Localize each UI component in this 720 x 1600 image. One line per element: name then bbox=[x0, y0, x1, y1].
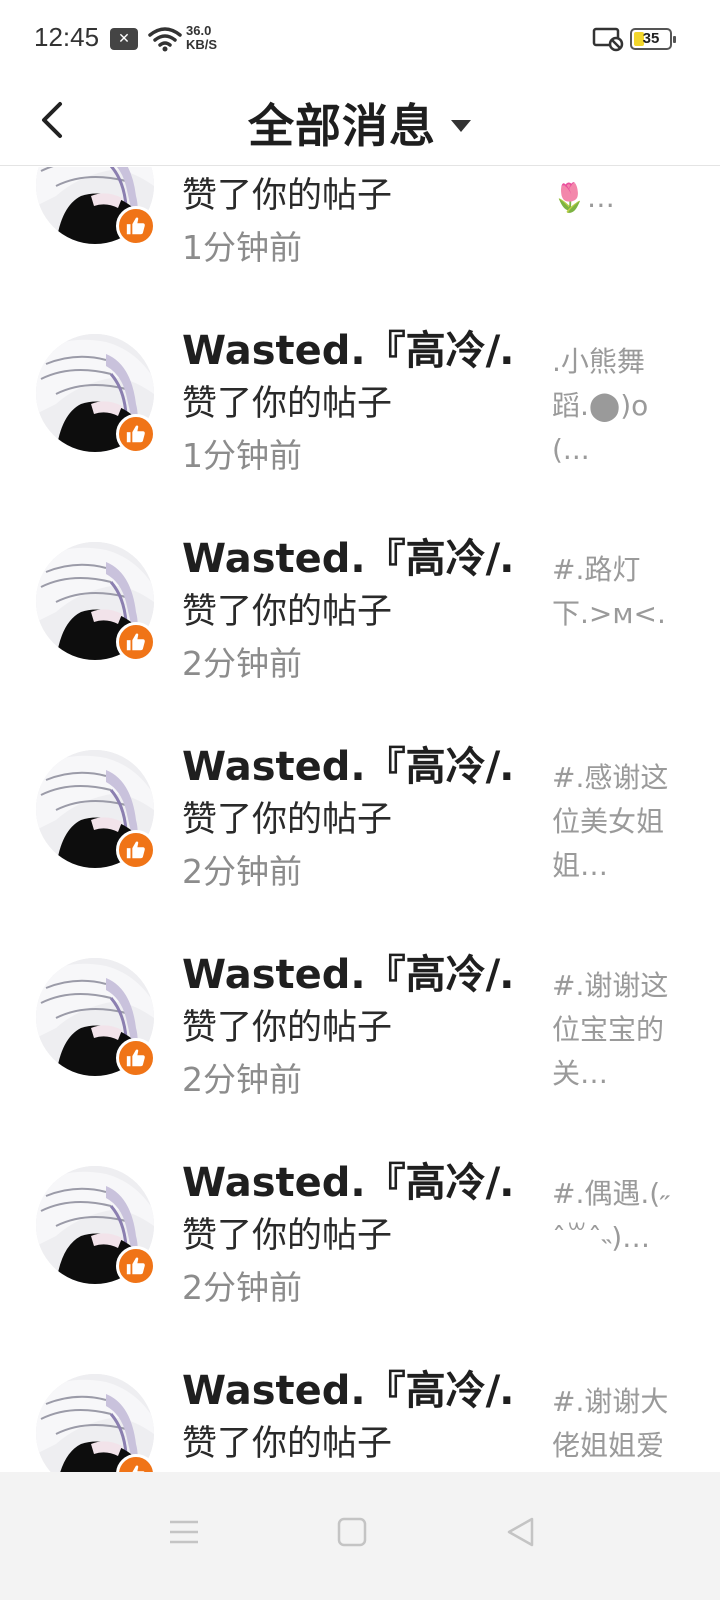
thumbs-up-icon bbox=[126, 633, 145, 651]
wifi-icon bbox=[148, 27, 182, 52]
avatar-wrap[interactable] bbox=[36, 334, 156, 454]
post-preview[interactable]: .小熊舞蹈.⬤)o(... bbox=[552, 340, 677, 472]
username[interactable]: Wasted.『高冷/… bbox=[182, 742, 512, 792]
post-preview[interactable]: #.路灯下.>ᴍ<. bbox=[552, 548, 677, 636]
message-row[interactable]: Wasted.『高冷/… 赞了你的帖子 2分钟前 #.路灯下.>ᴍ<. bbox=[0, 472, 720, 683]
post-preview[interactable]: 关互赞🌷… bbox=[552, 167, 677, 220]
triangle-left-icon bbox=[507, 1517, 534, 1547]
message-row[interactable]: Wasted.『高冷/… 赞了你的帖子 2分钟前 #.感谢这位美女姐姐… bbox=[0, 680, 720, 891]
message-row[interactable]: Wasted.『高冷/… 赞了你的帖子 1分钟前 .小熊舞蹈.⬤)o(... bbox=[0, 264, 720, 475]
username[interactable]: Wasted.『高冷/… bbox=[182, 950, 512, 1000]
network-speed-unit: KB/S bbox=[186, 37, 218, 52]
battery-percent: 35 bbox=[642, 30, 660, 47]
like-badge bbox=[116, 622, 156, 662]
avatar-wrap[interactable] bbox=[36, 1166, 156, 1286]
chevron-left-icon bbox=[42, 102, 62, 138]
action-text: 赞了你的帖子 bbox=[182, 800, 393, 840]
message-row[interactable]: Wasted.『高冷/… 赞了你的帖子 2分钟前 #.谢谢大佬姐姐爱你 bbox=[0, 1304, 720, 1472]
title-dropdown[interactable]: 全部消息 bbox=[0, 80, 720, 166]
action-text: 赞了你的帖子 bbox=[182, 1216, 393, 1256]
status-bar: 12:45 ✕ 36.0 KB/S 35 bbox=[0, 0, 720, 80]
avatar-wrap[interactable] bbox=[36, 750, 156, 870]
avatar-wrap[interactable] bbox=[36, 167, 156, 246]
message-row[interactable]: Wasted.『高冷/… 赞了你的帖子 1分钟前 关互赞🌷… bbox=[0, 167, 720, 267]
screen-cast-off-icon bbox=[592, 27, 624, 52]
battery-icon: 35 bbox=[630, 28, 676, 50]
avatar-wrap[interactable] bbox=[36, 958, 156, 1078]
action-text: 赞了你的帖子 bbox=[182, 1424, 393, 1464]
system-back-button[interactable] bbox=[490, 1502, 550, 1562]
page-title: 全部消息 bbox=[248, 99, 436, 153]
thumbs-up-icon bbox=[126, 841, 145, 859]
action-text: 赞了你的帖子 bbox=[182, 592, 393, 632]
home-button[interactable] bbox=[322, 1502, 382, 1562]
post-preview[interactable]: #.谢谢这位宝宝的关… bbox=[552, 964, 677, 1096]
message-row[interactable]: Wasted.『高冷/… 赞了你的帖子 2分钟前 #.偶遇.(˶ˆ꒳ˆ˵)… bbox=[0, 1096, 720, 1307]
like-badge bbox=[116, 1038, 156, 1078]
message-list[interactable]: Wasted.『高冷/… 赞了你的帖子 1分钟前 关互赞🌷… bbox=[0, 167, 720, 1472]
thumbs-up-icon bbox=[126, 1257, 145, 1275]
like-badge bbox=[116, 830, 156, 870]
message-row[interactable]: Wasted.『高冷/… 赞了你的帖子 2分钟前 #.谢谢这位宝宝的关… bbox=[0, 888, 720, 1099]
square-icon bbox=[337, 1517, 367, 1547]
system-nav-bar bbox=[0, 1472, 720, 1600]
action-text: 赞了你的帖子 bbox=[182, 384, 393, 424]
post-preview[interactable]: #.感谢这位美女姐姐… bbox=[552, 756, 677, 888]
username[interactable]: Wasted.『高冷/… bbox=[182, 326, 512, 376]
like-badge bbox=[116, 1246, 156, 1286]
action-text: 赞了你的帖子 bbox=[182, 176, 393, 216]
like-badge bbox=[116, 206, 156, 246]
action-text: 赞了你的帖子 bbox=[182, 1008, 393, 1048]
menu-button[interactable] bbox=[154, 1502, 214, 1562]
network-speed: 36.0 KB/S bbox=[186, 24, 217, 52]
app-header: 全部消息 bbox=[0, 80, 720, 166]
avatar-wrap[interactable] bbox=[36, 542, 156, 662]
post-preview[interactable]: #.偶遇.(˶ˆ꒳ˆ˵)… bbox=[552, 1172, 677, 1260]
notification-icon: ✕ bbox=[110, 28, 138, 50]
thumbs-up-icon bbox=[126, 217, 145, 235]
status-time: 12:45 bbox=[34, 22, 100, 52]
username[interactable]: Wasted.『高冷/… bbox=[182, 1366, 512, 1416]
username[interactable]: Wasted.『高冷/… bbox=[182, 1158, 512, 1208]
thumbs-up-icon bbox=[126, 1049, 145, 1067]
thumbs-up-icon bbox=[126, 425, 145, 443]
network-speed-value: 36.0 bbox=[186, 23, 212, 38]
back-button[interactable] bbox=[30, 90, 80, 150]
post-preview[interactable]: #.谢谢大佬姐姐爱你 bbox=[552, 1380, 677, 1472]
menu-icon bbox=[170, 1520, 198, 1544]
caret-down-icon bbox=[451, 120, 471, 132]
thumbs-up-icon bbox=[132, 1465, 145, 1472]
username[interactable]: Wasted.『高冷/… bbox=[182, 534, 512, 584]
avatar-wrap[interactable] bbox=[36, 1374, 156, 1472]
like-badge bbox=[116, 414, 156, 454]
username[interactable]: Wasted.『高冷/… bbox=[182, 167, 512, 168]
